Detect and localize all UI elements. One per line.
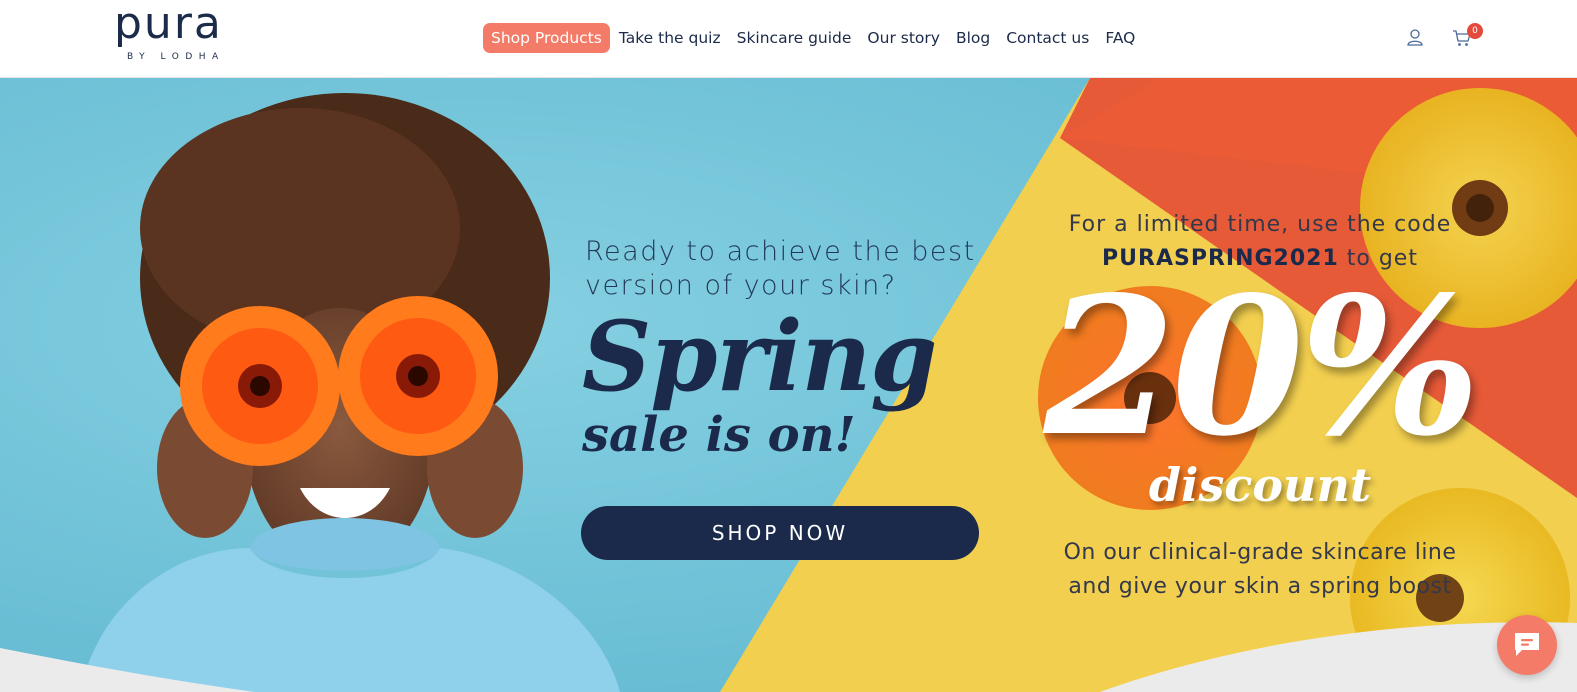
promo-line: For a limited time, use the code: [1068, 212, 1452, 237]
logo-subtitle: BY LODHA: [127, 52, 225, 62]
main-nav: Shop Products Take the quiz Skincare gui…: [483, 23, 1143, 53]
promo-footnote: On our clinical-grade skincare line and …: [1063, 540, 1457, 599]
hero-text-block: Ready to achieve the best version of you…: [582, 235, 1005, 459]
logo-wordmark: pura: [114, 0, 223, 49]
user-icon[interactable]: [1406, 28, 1424, 46]
discount-value: 20%: [1043, 255, 1481, 478]
shop-now-button[interactable]: SHOP NOW: [581, 506, 979, 560]
nav-item-contact-us[interactable]: Contact us: [998, 23, 1097, 53]
discount-label: discount: [1148, 458, 1372, 512]
chat-icon: [1515, 632, 1539, 656]
hero-banner: Ready to achieve the best version of you…: [0, 78, 1577, 692]
nav-item-take-the-quiz[interactable]: Take the quiz: [611, 23, 729, 53]
hero-subtitle: sale is on!: [582, 407, 856, 463]
nav-item-skincare-guide[interactable]: Skincare guide: [729, 23, 860, 53]
brand-logo[interactable]: pura BY LODHA: [114, 2, 234, 64]
nav-item-shop-products[interactable]: Shop Products: [483, 23, 610, 53]
site-header: pura BY LODHA Shop Products Take the qui…: [0, 0, 1577, 78]
chat-button[interactable]: [1497, 615, 1557, 675]
hero-title: Spring: [582, 300, 937, 413]
hero-headline: Ready to achieve the best version of you…: [585, 236, 976, 301]
nav-item-blog[interactable]: Blog: [948, 23, 998, 53]
cart-count-badge: 0: [1467, 23, 1483, 39]
nav-item-faq[interactable]: FAQ: [1097, 23, 1143, 53]
nav-item-our-story[interactable]: Our story: [859, 23, 948, 53]
